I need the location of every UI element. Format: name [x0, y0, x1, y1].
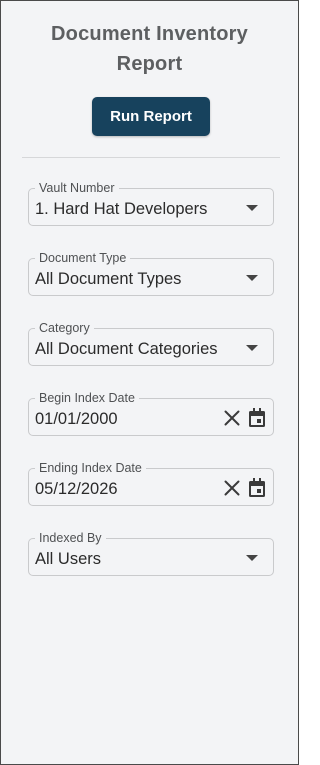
ending-index-date-field[interactable]: Ending Index Date 05/12/2026: [28, 461, 274, 506]
begin-index-date-label: Begin Index Date: [35, 391, 139, 405]
category-value: All Document Categories: [35, 340, 218, 358]
ending-index-date-value[interactable]: 05/12/2026: [35, 479, 118, 499]
calendar-icon[interactable]: [247, 408, 267, 428]
category-label: Category: [35, 321, 94, 335]
page-title: Document Inventory Report: [1, 19, 298, 79]
vault-number-value: 1. Hard Hat Developers: [35, 200, 208, 218]
chevron-down-icon[interactable]: [246, 205, 258, 211]
document-type-value: All Document Types: [35, 270, 182, 288]
document-type-select[interactable]: Document Type All Document Types: [28, 251, 274, 296]
vault-number-label: Vault Number: [35, 181, 119, 195]
divider: [22, 157, 280, 158]
indexed-by-value: All Users: [35, 550, 102, 568]
close-icon[interactable]: [222, 408, 242, 428]
document-type-label: Document Type: [35, 251, 131, 265]
indexed-by-select[interactable]: Indexed By All Users: [28, 531, 274, 576]
category-select[interactable]: Category All Document Categories: [28, 321, 274, 366]
report-panel: Document Inventory Report Run Report Vau…: [0, 0, 299, 765]
page-title-line-2: Report: [116, 53, 183, 75]
chevron-down-icon[interactable]: [246, 555, 258, 561]
page-title-line-1: Document Inventory: [51, 23, 248, 45]
vault-number-select[interactable]: Vault Number 1. Hard Hat Developers: [28, 181, 274, 226]
chevron-down-icon[interactable]: [246, 345, 258, 351]
close-icon[interactable]: [222, 478, 242, 498]
begin-index-date-value[interactable]: 01/01/2000: [35, 409, 118, 429]
ending-index-date-label: Ending Index Date: [35, 461, 146, 475]
begin-index-date-field[interactable]: Begin Index Date 01/01/2000: [28, 391, 274, 436]
run-report-button[interactable]: Run Report: [92, 97, 210, 136]
calendar-icon[interactable]: [247, 478, 267, 498]
indexed-by-label: Indexed By: [35, 531, 106, 545]
chevron-down-icon[interactable]: [246, 275, 258, 281]
